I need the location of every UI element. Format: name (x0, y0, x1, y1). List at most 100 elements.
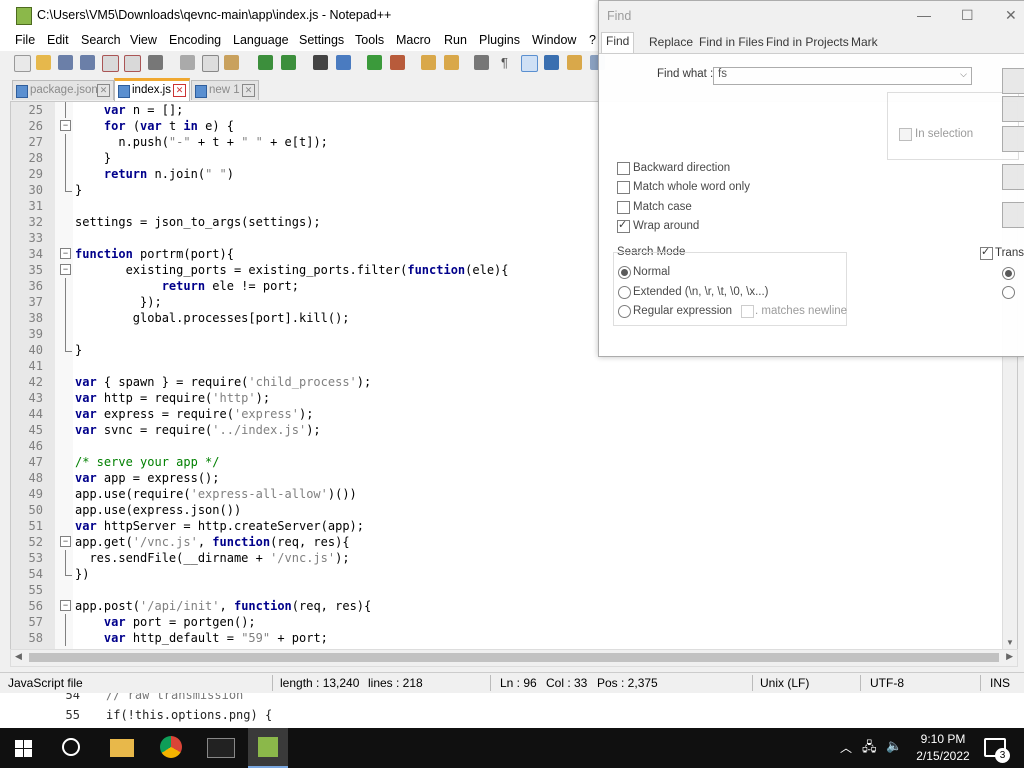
find-next-button[interactable] (1002, 68, 1024, 94)
word-wrap-icon[interactable] (474, 55, 489, 70)
tab-find-in-projects[interactable]: Find in Projects (762, 34, 853, 54)
cut-icon[interactable] (180, 55, 195, 70)
tab-index-js[interactable]: index.js ✕ (114, 78, 190, 103)
scroll-left-icon[interactable]: ◀ (15, 651, 22, 662)
menu-language[interactable]: Language (233, 33, 289, 47)
menu-edit[interactable]: Edit (47, 33, 69, 47)
fold-collapse-icon[interactable]: − (60, 536, 71, 547)
fold-collapse-icon[interactable]: − (60, 120, 71, 131)
undo-icon[interactable] (258, 55, 273, 70)
tab-find-in-files[interactable]: Find in Files (695, 34, 768, 54)
tab-new-1[interactable]: new 1 ✕ (191, 80, 259, 100)
close-all-icon[interactable] (124, 55, 141, 72)
code-row[interactable]: 49 app.use(require('express-all-allow')()… (11, 486, 1011, 502)
tab-replace[interactable]: Replace (645, 34, 697, 54)
close-file-icon[interactable] (102, 55, 119, 72)
zoom-out-icon[interactable] (390, 55, 405, 70)
mode-regex-radio[interactable] (618, 305, 631, 318)
encoding[interactable]: UTF-8 (870, 676, 904, 690)
menu-plugins[interactable]: Plugins (479, 33, 520, 47)
code-row[interactable]: 52 − app.get('/vnc.js', function(req, res)… (11, 534, 1011, 550)
code-row[interactable]: 43 var http = require('http'); (11, 390, 1011, 406)
fold-collapse-icon[interactable]: − (60, 248, 71, 259)
code-row[interactable]: 47 /* serve your app */ (11, 454, 1011, 470)
tab-close-icon[interactable]: ✕ (97, 84, 110, 97)
code-row[interactable]: 54}) (11, 566, 1011, 582)
open-file-icon[interactable] (36, 55, 51, 70)
match-whole-word-checkbox[interactable] (617, 181, 630, 194)
transparency-on-losing-focus-radio[interactable] (1002, 267, 1015, 280)
clock-date[interactable]: 2/15/2022 (915, 749, 971, 763)
code-row[interactable]: 42 var { spawn } = require('child_process… (11, 374, 1011, 390)
clock-time[interactable]: 9:10 PM (915, 732, 971, 746)
windows-start-icon[interactable] (15, 740, 32, 757)
transparency-checkbox[interactable] (980, 245, 993, 260)
code-row[interactable]: 51 var httpServer = http.createServer(app… (11, 518, 1011, 534)
menu-view[interactable]: View (130, 33, 157, 47)
code-row[interactable]: 53 res.sendFile(__dirname + '/vnc.js'); (11, 550, 1011, 566)
fold-collapse-icon[interactable]: − (60, 600, 71, 611)
code-row[interactable]: 50 app.use(express.json()) (11, 502, 1011, 518)
menu-help[interactable]: ? (589, 33, 596, 47)
in-selection-checkbox[interactable] (899, 128, 912, 141)
match-case-checkbox[interactable] (617, 201, 630, 214)
paste-icon[interactable] (224, 55, 239, 70)
menu-encoding[interactable]: Encoding (169, 33, 221, 47)
print-icon[interactable] (148, 55, 163, 70)
find-icon[interactable] (313, 55, 328, 70)
transparency-always-radio[interactable] (1002, 286, 1015, 299)
language-icon[interactable] (544, 55, 559, 70)
close-button[interactable] (1002, 202, 1024, 228)
search-icon[interactable] (62, 738, 80, 756)
menu-search[interactable]: Search (81, 33, 121, 47)
close-icon[interactable]: ✕ (1005, 7, 1017, 24)
menu-run[interactable]: Run (444, 33, 467, 47)
matches-newline-checkbox[interactable] (741, 305, 754, 318)
code-row[interactable]: 48 var app = express(); (11, 470, 1011, 486)
sync-horizontal-icon[interactable] (444, 55, 459, 70)
tab-close-icon[interactable]: ✕ (173, 84, 186, 97)
replace-icon[interactable] (336, 55, 351, 70)
find-all-in-documents-button[interactable] (1002, 164, 1024, 190)
code-row[interactable]: 57 var port = portgen(); (11, 614, 1011, 630)
menu-file[interactable]: File (15, 33, 35, 47)
copy-icon[interactable] (202, 55, 219, 72)
scrollbar-thumb[interactable] (29, 653, 999, 662)
zoom-in-icon[interactable] (367, 55, 382, 70)
show-all-characters-icon[interactable]: ¶ (497, 55, 512, 70)
redo-icon[interactable] (281, 55, 296, 70)
mode-normal-radio[interactable] (618, 266, 631, 279)
code-row[interactable]: 44 var express = require('express'); (11, 406, 1011, 422)
horizontal-scrollbar[interactable]: ◀ ▶ (10, 649, 1018, 667)
tab-close-icon[interactable]: ✕ (242, 84, 255, 97)
tab-mark[interactable]: Mark (847, 34, 882, 54)
file-explorer-icon[interactable] (110, 739, 134, 757)
code-row[interactable]: 45 var svnc = require('../index.js'); (11, 422, 1011, 438)
find-what-input[interactable]: fs ⌵ (713, 67, 972, 85)
chrome-icon[interactable] (160, 736, 182, 758)
find-all-button[interactable] (1002, 126, 1024, 152)
maximize-icon[interactable]: ☐ (961, 7, 974, 24)
typing-mode[interactable]: INS (990, 676, 1010, 690)
fold-collapse-icon[interactable]: − (60, 264, 71, 275)
minimize-icon[interactable]: — (917, 7, 931, 23)
scroll-right-icon[interactable]: ▶ (1006, 651, 1013, 662)
eol-format[interactable]: Unix (LF) (760, 676, 809, 690)
document-map-icon[interactable] (567, 55, 582, 70)
code-row[interactable]: 56 − app.post('/api/init', function(req, r… (11, 598, 1011, 614)
menu-tools[interactable]: Tools (355, 33, 384, 47)
count-button[interactable] (1002, 96, 1024, 122)
tab-package-json[interactable]: package.json ✕ (12, 80, 114, 100)
menu-settings[interactable]: Settings (299, 33, 344, 47)
volume-icon[interactable]: 🔈 (886, 738, 902, 754)
terminal-icon[interactable] (207, 738, 235, 758)
chevron-down-icon[interactable]: ⌵ (960, 69, 967, 80)
code-row[interactable]: 58 var http_default = "59" + port; (11, 630, 1011, 646)
save-all-icon[interactable] (80, 55, 95, 70)
chevron-up-icon[interactable]: ︿ (840, 739, 852, 756)
scroll-down-icon[interactable]: ▼ (1006, 638, 1014, 647)
notepadpp-taskbar-button[interactable] (248, 728, 288, 768)
indent-guide-icon[interactable] (521, 55, 538, 72)
menu-window[interactable]: Window (532, 33, 576, 47)
network-icon[interactable]: 🖧 (862, 738, 877, 760)
